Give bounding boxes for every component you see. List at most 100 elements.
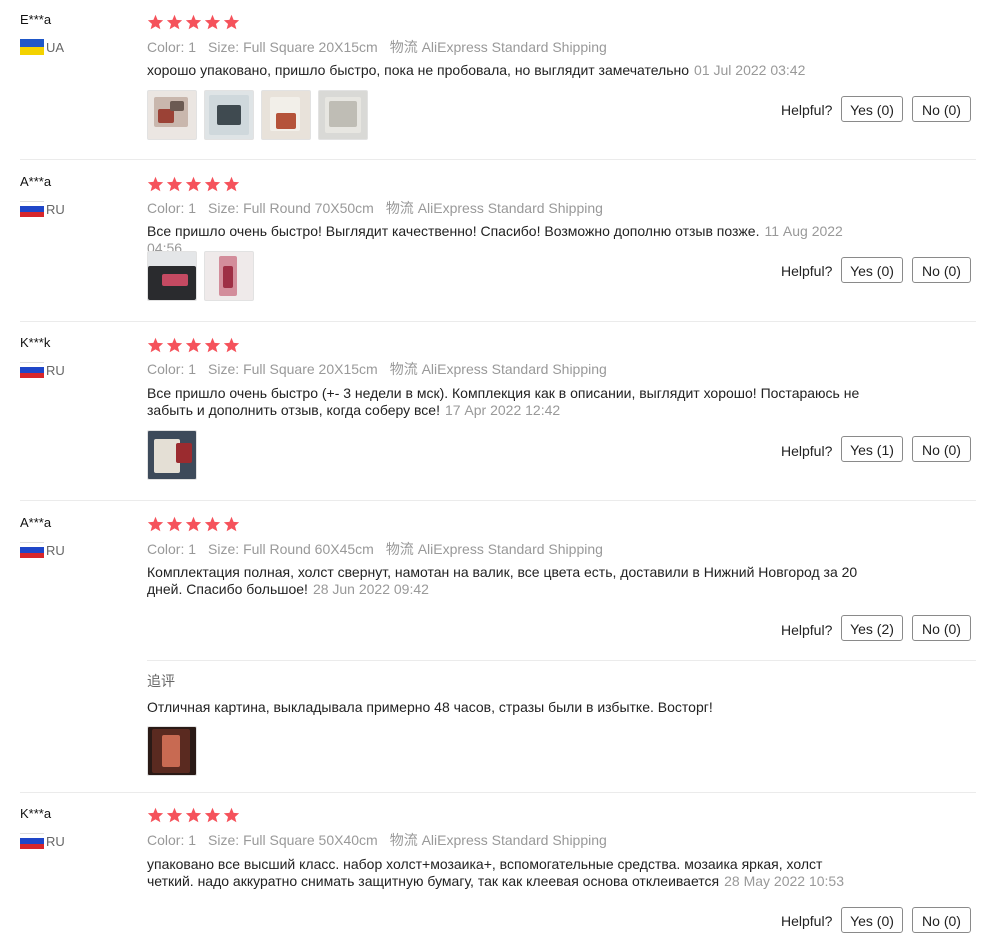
rating-stars xyxy=(147,807,240,823)
shipping-value: AliExpress Standard Shipping xyxy=(421,361,607,377)
followup-photos xyxy=(147,726,197,776)
review-text: Все пришло очень быстро! Выглядит качест… xyxy=(147,223,867,257)
color-value: 1 xyxy=(188,39,197,55)
review-text: хорошо упаковано, пришло быстро, пока не… xyxy=(147,62,867,79)
review-photo[interactable] xyxy=(147,430,197,480)
star-icon xyxy=(166,516,183,532)
order-info: Color: 1 Size: Full Round 60X45cm 物流 AliEx… xyxy=(147,539,603,559)
review-body: Все пришло очень быстро! Выглядит качест… xyxy=(147,223,760,239)
helpful-no-button[interactable]: No (0) xyxy=(912,436,971,462)
order-info: Color: 1 Size: Full Square 20X15cm 物流 AliE… xyxy=(147,37,607,57)
russia-flag-icon xyxy=(20,542,44,558)
shipping-label: 物流 xyxy=(389,39,418,55)
shipping-value: AliExpress Standard Shipping xyxy=(421,832,607,848)
review-text: упаковано все высший класс. набор холст+… xyxy=(147,856,867,890)
star-icon xyxy=(185,807,202,823)
helpful-no-button[interactable]: No (0) xyxy=(912,615,971,641)
star-icon xyxy=(185,337,202,353)
size-value: Full Round 60X45cm xyxy=(243,541,374,557)
star-icon xyxy=(204,516,221,532)
size-value: Full Square 50X40cm xyxy=(243,832,378,848)
russia-flag-icon xyxy=(20,833,44,849)
color-label: Color: xyxy=(147,39,185,55)
review-text: Комплектация полная, холст свернут, намо… xyxy=(147,564,867,598)
reviewer-name: A***a xyxy=(20,515,52,530)
star-icon xyxy=(204,14,221,30)
reviewer-country: UA xyxy=(20,39,64,55)
helpful-yes-button[interactable]: Yes (2) xyxy=(841,615,903,641)
order-info: Color: 1 Size: Full Square 20X15cm 物流 AliE… xyxy=(147,359,607,379)
review-date: 28 May 2022 10:53 xyxy=(724,873,844,889)
shipping-value: AliExpress Standard Shipping xyxy=(421,39,607,55)
color-label: Color: xyxy=(147,541,185,557)
rating-stars xyxy=(147,337,240,353)
rating-stars xyxy=(147,14,240,30)
review-divider xyxy=(20,500,976,501)
color-value: 1 xyxy=(188,541,197,557)
color-value: 1 xyxy=(188,832,197,848)
country-code: RU xyxy=(46,833,65,849)
color-label: Color: xyxy=(147,200,185,216)
size-label: Size: xyxy=(208,39,240,55)
review-photos xyxy=(147,90,368,140)
helpful-yes-button[interactable]: Yes (0) xyxy=(841,96,903,122)
helpful-yes-button[interactable]: Yes (0) xyxy=(841,907,903,933)
country-code: RU xyxy=(46,542,65,558)
helpful-no-button[interactable]: No (0) xyxy=(912,907,971,933)
review-body: хорошо упаковано, пришло быстро, пока не… xyxy=(147,62,690,78)
reviewer-country: RU xyxy=(20,542,65,558)
review-photo[interactable] xyxy=(147,251,197,301)
color-label: Color: xyxy=(147,361,185,377)
review-photo[interactable] xyxy=(204,251,254,301)
helpful-label: Helpful? xyxy=(781,263,833,279)
helpful-label: Helpful? xyxy=(781,913,833,929)
review-photo[interactable] xyxy=(318,90,368,140)
star-icon xyxy=(166,807,183,823)
color-value: 1 xyxy=(188,361,197,377)
size-value: Full Square 20X15cm xyxy=(243,39,378,55)
star-icon xyxy=(147,14,164,30)
review-photo[interactable] xyxy=(147,726,197,776)
helpful-no-button[interactable]: No (0) xyxy=(912,257,971,283)
russia-flag-icon xyxy=(20,362,44,378)
rating-stars xyxy=(147,516,240,532)
review-photo[interactable] xyxy=(261,90,311,140)
review-divider xyxy=(20,159,976,160)
size-value: Full Round 70X50cm xyxy=(243,200,374,216)
star-icon xyxy=(223,807,240,823)
review-date: 17 Apr 2022 12:42 xyxy=(444,402,561,418)
review-photo[interactable] xyxy=(147,90,197,140)
reviewer-name: K***k xyxy=(20,335,51,350)
shipping-label: 物流 xyxy=(389,832,418,848)
review-divider xyxy=(20,792,976,793)
star-icon xyxy=(223,176,240,192)
star-icon xyxy=(185,516,202,532)
star-icon xyxy=(147,807,164,823)
helpful-no-button[interactable]: No (0) xyxy=(912,96,971,122)
helpful-yes-button[interactable]: Yes (1) xyxy=(841,436,903,462)
order-info: Color: 1 Size: Full Square 50X40cm 物流 AliE… xyxy=(147,830,607,850)
review-body: упаковано все высший класс. набор холст+… xyxy=(147,856,823,889)
country-code: UA xyxy=(46,39,65,55)
star-icon xyxy=(204,807,221,823)
country-code: RU xyxy=(46,201,65,217)
review-photo[interactable] xyxy=(204,90,254,140)
size-label: Size: xyxy=(208,361,240,377)
shipping-label: 物流 xyxy=(389,361,418,377)
order-info: Color: 1 Size: Full Round 70X50cm 物流 AliEx… xyxy=(147,198,603,218)
followup-divider xyxy=(147,660,976,661)
shipping-value: AliExpress Standard Shipping xyxy=(417,200,603,216)
size-label: Size: xyxy=(208,541,240,557)
review-date: 28 Jun 2022 09:42 xyxy=(312,581,429,597)
color-value: 1 xyxy=(188,200,197,216)
helpful-yes-button[interactable]: Yes (0) xyxy=(841,257,903,283)
reviewer-name: A***a xyxy=(20,174,52,189)
shipping-label: 物流 xyxy=(385,200,414,216)
star-icon xyxy=(166,176,183,192)
ukraine-flag-icon xyxy=(20,39,44,55)
rating-stars xyxy=(147,176,240,192)
reviewer-country: RU xyxy=(20,362,65,378)
review-photos xyxy=(147,430,197,480)
star-icon xyxy=(223,516,240,532)
color-label: Color: xyxy=(147,832,185,848)
